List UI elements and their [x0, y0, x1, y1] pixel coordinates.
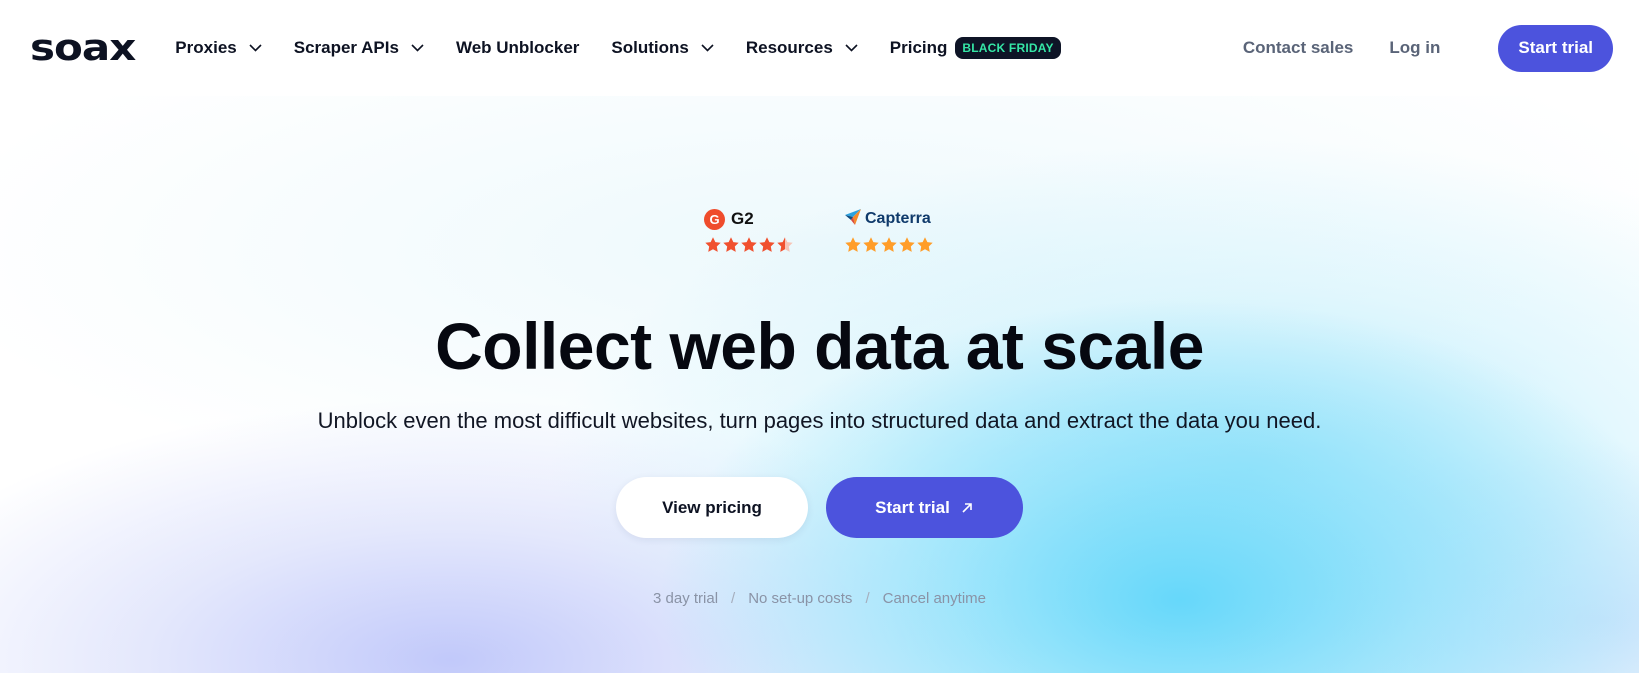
ratings-row: G G2 Capterra — [704, 207, 984, 254]
rating-site-name: Capterra — [865, 210, 931, 227]
top-navbar: soax Proxies Scraper APIs Web Unblocker … — [0, 0, 1639, 96]
star-icon — [704, 236, 722, 254]
nav-item-label: Scraper APIs — [293, 38, 399, 57]
black-friday-badge: BLACK FRIDAY — [955, 37, 1061, 59]
capterra-logo-icon — [844, 208, 862, 231]
perk-item: No set-up costs — [748, 590, 853, 607]
nav-item-label: Proxies — [175, 38, 237, 57]
capterra-rating[interactable]: Capterra — [844, 207, 934, 254]
hero-subtitle: Unblock even the most difficult websites… — [317, 408, 1322, 433]
contact-sales-link[interactable]: Contact sales — [1243, 38, 1354, 58]
nav-item-label: Pricing — [889, 38, 948, 57]
star-icon — [776, 236, 794, 254]
star-icon — [916, 236, 934, 254]
star-icon — [898, 236, 916, 254]
main-nav: Proxies Scraper APIs Web Unblocker Solut… — [175, 37, 1092, 59]
hero-title: Collect web data at scale — [435, 309, 1204, 383]
nav-item-resources[interactable]: Resources — [746, 38, 858, 58]
perk-separator: / — [865, 590, 870, 607]
view-pricing-button[interactable]: View pricing — [616, 477, 808, 538]
nav-item-scraper-apis[interactable]: Scraper APIs — [294, 38, 424, 58]
capterra-stars — [844, 236, 934, 254]
chevron-down-icon — [701, 44, 714, 52]
star-icon — [740, 236, 758, 254]
star-icon — [880, 236, 898, 254]
log-in-link[interactable]: Log in — [1389, 38, 1440, 58]
star-icon — [758, 236, 776, 254]
rating-site-name: G2 — [731, 209, 754, 228]
perk-separator: / — [731, 590, 736, 607]
nav-item-web-unblocker[interactable]: Web Unblocker — [456, 38, 579, 58]
star-icon — [722, 236, 740, 254]
g2-logo-icon: G — [704, 208, 725, 230]
button-label: Start trial — [875, 497, 950, 517]
chevron-down-icon — [845, 44, 858, 52]
start-trial-hero-button[interactable]: Start trial — [826, 477, 1023, 538]
star-icon — [862, 236, 880, 254]
star-icon — [844, 236, 862, 254]
nav-item-pricing[interactable]: Pricing BLACK FRIDAY — [890, 37, 1061, 59]
chevron-down-icon — [411, 44, 424, 52]
nav-item-proxies[interactable]: Proxies — [175, 38, 262, 58]
chevron-down-icon — [249, 44, 262, 52]
arrow-up-right-icon — [960, 501, 974, 515]
start-trial-button[interactable]: Start trial — [1498, 24, 1613, 72]
nav-item-label: Resources — [745, 38, 833, 57]
g2-rating[interactable]: G G2 — [704, 207, 794, 254]
perk-item: Cancel anytime — [882, 590, 986, 607]
trial-perks: 3 day trial / No set-up costs / Cancel a… — [0, 590, 1639, 607]
hero-cta-row: View pricing Start trial — [0, 477, 1639, 538]
soax-logo[interactable]: soax — [30, 30, 136, 66]
button-label: View pricing — [662, 497, 762, 517]
nav-item-solutions[interactable]: Solutions — [611, 38, 714, 58]
nav-item-label: Web Unblocker — [455, 38, 580, 57]
g2-stars — [704, 236, 794, 254]
perk-item: 3 day trial — [653, 590, 719, 607]
nav-item-label: Solutions — [611, 38, 689, 57]
